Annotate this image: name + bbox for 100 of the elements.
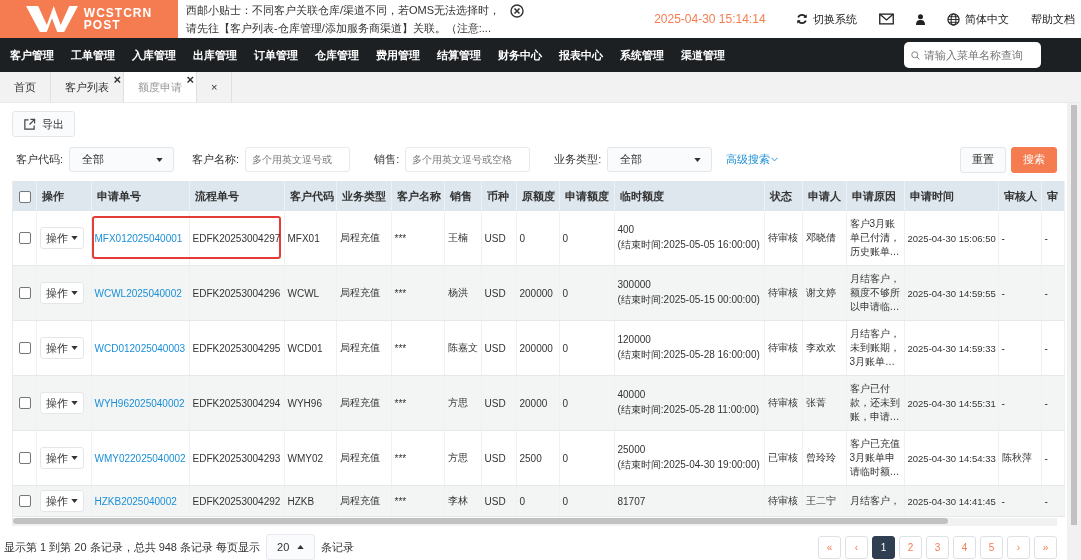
nav-item[interactable]: 结算管理 (437, 47, 481, 63)
row-checkbox[interactable] (19, 397, 31, 410)
application-link[interactable]: MFX012025040001 (94, 232, 183, 244)
table-cell: 待审核 (767, 495, 798, 506)
filter-select[interactable]: 全部 (607, 147, 713, 173)
table-cell: WMY02 (287, 452, 324, 464)
table-cell: *** (394, 495, 407, 507)
column-header[interactable]: 临时额度 (619, 189, 664, 202)
caret-icon (70, 456, 78, 460)
menu-search-field[interactable]: 请输入菜单名称查询 (904, 42, 1041, 68)
action-dropdown[interactable]: 操作 (39, 282, 84, 304)
application-link[interactable]: WMY022025040002 (94, 452, 186, 464)
language-button[interactable]: 简体中文 (946, 11, 1009, 27)
nav-item[interactable]: 仓库管理 (315, 47, 359, 63)
close-tab-icon[interactable]: × (186, 74, 194, 86)
action-dropdown[interactable]: 操作 (39, 392, 84, 414)
action-dropdown[interactable]: 操作 (39, 447, 84, 469)
table-cell: 2025-04-30 14:55:31 (907, 397, 996, 409)
row-checkbox[interactable] (19, 452, 31, 465)
action-dropdown[interactable]: 操作 (39, 227, 84, 249)
row-checkbox[interactable] (19, 342, 31, 355)
table-cell: 待审核 (767, 287, 798, 298)
notice-text: 请先往【客户列表-仓库管理/添加服务商渠道】关联。（注意:... (186, 21, 492, 35)
nav-item[interactable]: 客户管理 (10, 47, 54, 63)
column-header[interactable]: 操作 (41, 189, 64, 202)
action-dropdown[interactable]: 操作 (39, 337, 84, 359)
table-cell: EDFK20253004292 (192, 495, 281, 507)
table-cell: - (1001, 397, 1005, 409)
advanced-search-link[interactable]: 高级搜索 (726, 152, 779, 168)
help-link[interactable]: 帮助文档 (1030, 11, 1075, 27)
page-button[interactable]: 1 (872, 535, 895, 559)
close-tab-icon[interactable]: × (113, 74, 121, 86)
row-checkbox[interactable] (19, 232, 31, 245)
table-cell: 局程充值 (339, 232, 380, 243)
filter-select[interactable]: 全部 (69, 147, 175, 173)
nav-item[interactable]: 费用管理 (376, 47, 420, 63)
switch-system-button[interactable]: 切换系统 (795, 11, 857, 27)
table-cell: 2500 (519, 452, 542, 464)
horizontal-scrollbar[interactable] (13, 518, 1057, 526)
application-link[interactable]: WCD012025040003 (94, 342, 186, 354)
reset-button[interactable]: 重置 (960, 146, 1006, 173)
row-checkbox[interactable] (19, 287, 31, 300)
refresh-icon (795, 13, 808, 25)
table-cell-text: 400 (617, 224, 636, 235)
close-icon[interactable] (510, 4, 525, 18)
nav-item[interactable]: 财务中心 (498, 47, 542, 63)
caret-icon (70, 291, 78, 295)
table-cell: WCWL (287, 287, 320, 299)
table-cell: 待审核 (767, 232, 798, 243)
table-cell: *** (394, 342, 407, 354)
table-cell: 方思 (447, 452, 468, 463)
filter-input[interactable]: 多个用英文逗号或空格 (405, 147, 531, 173)
nav-item[interactable]: 渠道管理 (681, 47, 725, 63)
mail-icon[interactable] (878, 13, 894, 25)
export-button[interactable]: 导出 (12, 111, 75, 137)
table-cell: 方思 (447, 397, 468, 408)
search-icon (911, 49, 920, 61)
column-header[interactable]: 申请单号 (96, 189, 141, 202)
table-cell: 杨洪 (447, 287, 468, 298)
table-cell: 20000 (519, 397, 548, 409)
table-cell: USD (484, 495, 506, 507)
row-checkbox[interactable] (19, 495, 31, 508)
table-cell: 0 (519, 232, 526, 244)
table-cell-text: 月结客户， (849, 494, 901, 508)
nav-item[interactable]: 入库管理 (132, 47, 176, 63)
table-cell: 已审核 (767, 452, 798, 463)
table-cell: - (1044, 452, 1048, 464)
nav-item[interactable]: 出库管理 (193, 47, 237, 63)
filter-label: 销售: (374, 152, 400, 168)
table-cell: - (1001, 287, 1005, 299)
table-cell: 局程充值 (339, 452, 380, 463)
table-cell: - (1044, 287, 1048, 299)
nav-item[interactable]: 报表中心 (559, 47, 603, 63)
nav-item[interactable]: 工单管理 (71, 47, 115, 63)
page-tab[interactable]: × (197, 72, 233, 102)
filter-input[interactable]: 多个用英文逗号或 (245, 147, 351, 173)
table-cell: 邓晓倩 (805, 232, 836, 243)
table-cell-text: 81707 (617, 495, 647, 507)
select-all-checkbox[interactable] (19, 190, 31, 203)
table-cell: (结束时间:2025-05-15 00:00:00) (617, 293, 761, 307)
table-cell: 0 (562, 287, 569, 299)
nav-item[interactable]: 系统管理 (620, 47, 664, 63)
action-dropdown[interactable]: 操作 (39, 490, 84, 512)
nav-item[interactable]: 订单管理 (254, 47, 298, 63)
vertical-scrollbar[interactable] (1067, 103, 1081, 560)
notice-text: 西邮小贴士：不同客户关联仓库/渠道不同，若OMS无法选择时， (186, 3, 501, 17)
table-cell: 李欢欢 (805, 342, 836, 353)
table-cell: 0 (519, 495, 526, 507)
table-cell: 局程充值 (339, 495, 380, 506)
page-tab[interactable]: 额度申请 × (124, 72, 197, 102)
table-cell: 0 (562, 452, 569, 464)
page-size-select[interactable]: 20 (266, 534, 316, 560)
table-cell: USD (484, 287, 506, 299)
caret-icon (70, 499, 78, 503)
table-cell: (结束时间:2025-05-28 16:00:00) (617, 348, 761, 362)
table-cell: (结束时间:2025-04-30 19:00:00) (617, 458, 761, 472)
page-tab[interactable]: 首页 (0, 72, 51, 102)
table-cell: 局程充值 (339, 397, 380, 408)
record-summary: 显示第 1 到第 20 条记录，总共 948 条记录 每页显示 (4, 539, 261, 555)
user-icon[interactable] (915, 13, 925, 25)
